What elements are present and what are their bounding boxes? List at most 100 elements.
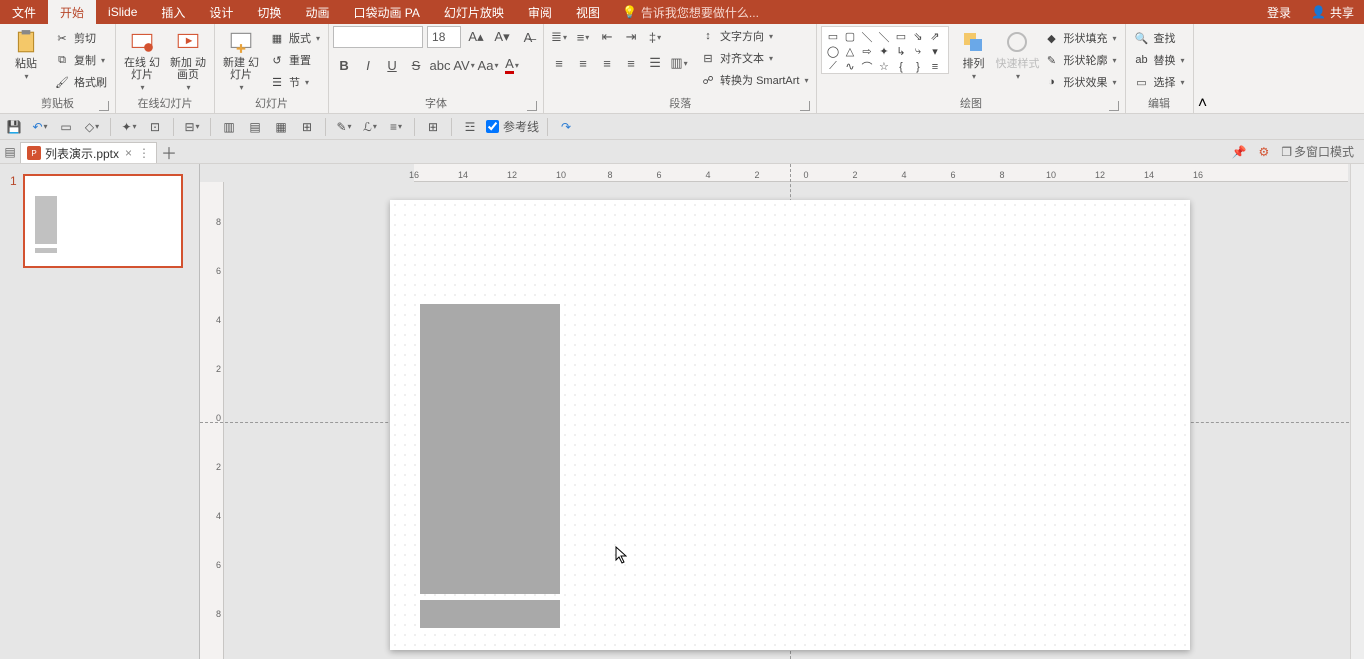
quick-styles-button[interactable]: 快速样式▾ [995,26,1039,92]
qat-btn[interactable]: ◇▾ [82,117,102,137]
slide[interactable] [390,200,1190,650]
columns-button[interactable]: ▥▾ [668,52,690,74]
arrange-button[interactable]: 排列▾ [951,26,995,92]
line-spacing-button[interactable]: ‡▾ [644,26,666,48]
slide-thumbnail-pane[interactable]: 1 [0,164,200,659]
increase-indent-button[interactable]: ⇥ [620,26,642,48]
decrease-indent-button[interactable]: ⇤ [596,26,618,48]
tab-menu-button[interactable]: ⋮ [138,146,150,160]
placeholder-shape[interactable] [420,600,560,628]
qat-btn[interactable]: ▭ [56,117,76,137]
shape-icon: ☆ [875,59,892,74]
qat-btn[interactable]: ⊟▾ [182,117,202,137]
qat-btn[interactable]: ✎▾ [334,117,354,137]
align-left-button[interactable]: ≡ [548,52,570,74]
section-button[interactable]: ☰节▾ [265,72,324,92]
dialog-launcher-icon[interactable] [527,101,537,111]
text-shadow-button[interactable]: abc [429,54,451,76]
tab-list-button[interactable]: ▤ [0,140,20,163]
share-button[interactable]: 👤 共享 [1301,4,1364,21]
copy-button[interactable]: ⧉复制▾ [50,50,111,70]
qat-btn[interactable]: ▤ [245,117,265,137]
paste-button[interactable]: 粘贴 ▾ [4,26,48,92]
qat-btn[interactable]: ⊞ [423,117,443,137]
font-color-button[interactable]: A▾ [501,54,523,76]
decrease-font-button[interactable]: A▾ [491,26,513,48]
cut-button[interactable]: ✂剪切 [50,28,111,48]
qat-btn[interactable]: ℒ▾ [360,117,380,137]
increase-font-button[interactable]: A▴ [465,26,487,48]
strike-button[interactable]: S [405,54,427,76]
qat-btn[interactable]: ▦ [271,117,291,137]
find-button[interactable]: 🔍查找 [1130,28,1189,48]
tab-review[interactable]: 审阅 [516,0,564,24]
placeholder-shape[interactable] [420,304,560,594]
tab-view[interactable]: 视图 [564,0,612,24]
qat-btn[interactable]: ▥ [219,117,239,137]
new-slide-button[interactable]: 新建 幻灯片 ▾ [219,26,263,92]
select-button[interactable]: ▭选择▾ [1130,72,1189,92]
dialog-launcher-icon[interactable] [800,101,810,111]
vertical-scrollbar[interactable] [1350,164,1364,659]
collapse-ribbon-button[interactable]: ˄ [1194,24,1212,113]
font-size-input[interactable] [427,26,461,48]
layout-button[interactable]: ▦版式▾ [265,28,324,48]
dialog-launcher-icon[interactable] [1109,101,1119,111]
change-case-button[interactable]: Aa▾ [477,54,499,76]
tab-file[interactable]: 文件 [0,0,48,24]
multiwindow-button[interactable]: ❐多窗口模式 [1277,143,1358,160]
slide-thumbnail[interactable] [23,174,183,268]
tab-animation[interactable]: 动画 [293,0,341,24]
online-slide-button[interactable]: 在线 幻灯片 ▾ [120,26,164,92]
shape-effects-button[interactable]: ◑形状效果▾ [1039,72,1120,92]
char-spacing-button[interactable]: AV▾ [453,54,475,76]
close-tab-button[interactable]: × [123,146,134,160]
new-anim-page-button[interactable]: 新加 动画页 ▾ [166,26,210,92]
document-tab[interactable]: P 列表演示.pptx × ⋮ [20,142,157,163]
qat-btn[interactable]: ⊞ [297,117,317,137]
tab-slideshow[interactable]: 幻灯片放映 [432,0,516,24]
bullets-button[interactable]: ≣▾ [548,26,570,48]
qat-btn[interactable]: ≡▾ [386,117,406,137]
redo-button[interactable]: ↷ [556,117,576,137]
tab-design[interactable]: 设计 [197,0,245,24]
tab-transition[interactable]: 切换 [245,0,293,24]
align-center-button[interactable]: ≡ [572,52,594,74]
clear-format-button[interactable]: A̶ [517,26,539,48]
distribute-button[interactable]: ☰ [644,52,666,74]
align-right-button[interactable]: ≡ [596,52,618,74]
replace-button[interactable]: ab替换▾ [1130,50,1189,70]
justify-button[interactable]: ≡ [620,52,642,74]
format-painter-button[interactable]: 🖌格式刷 [50,72,111,92]
shape-outline-button[interactable]: ✎形状轮廓▾ [1039,50,1120,70]
pin-button[interactable]: 📌 [1228,145,1251,159]
guides-checkbox[interactable] [486,120,499,133]
tab-islide[interactable]: iSlide [96,0,149,24]
convert-smartart-button[interactable]: ☍转换为 SmartArt▾ [696,70,812,90]
tab-pocket-anim[interactable]: 口袋动画 PA [341,0,431,24]
qat-btn[interactable]: ☲ [460,117,480,137]
underline-button[interactable]: U [381,54,403,76]
ruler-mark: 14 [1144,170,1154,180]
bold-button[interactable]: B [333,54,355,76]
shape-fill-button[interactable]: ◆形状填充▾ [1039,28,1120,48]
reset-button[interactable]: ↺重置 [265,50,324,70]
italic-button[interactable]: I [357,54,379,76]
dialog-launcher-icon[interactable] [99,101,109,111]
login-button[interactable]: 登录 [1257,4,1301,21]
align-text-button[interactable]: ⊟对齐文本▾ [696,48,812,68]
qat-btn[interactable]: ⊡ [145,117,165,137]
font-name-input[interactable] [333,26,423,48]
new-tab-button[interactable]: ＋ [157,140,181,163]
shapes-gallery[interactable]: ▭▢＼＼▭⇘⇗ ◯△⇨✦↳⤷▾ ⟋∿⌒☆{}≡ [821,26,949,74]
tab-home[interactable]: 开始 [48,0,96,24]
text-direction-button[interactable]: ↕文字方向▾ [696,26,812,46]
undo-button[interactable]: ↶▾ [30,117,50,137]
settings-button[interactable]: ⚙ [1254,145,1273,159]
save-button[interactable]: 💾 [4,117,24,137]
tab-insert[interactable]: 插入 [149,0,197,24]
tell-me[interactable]: 💡 告诉我您想要做什么... [612,0,769,24]
qat-btn[interactable]: ✦▾ [119,117,139,137]
slide-canvas-pane[interactable]: 1614121086420246810121416 864202468 [200,164,1364,659]
numbering-button[interactable]: ≡▾ [572,26,594,48]
